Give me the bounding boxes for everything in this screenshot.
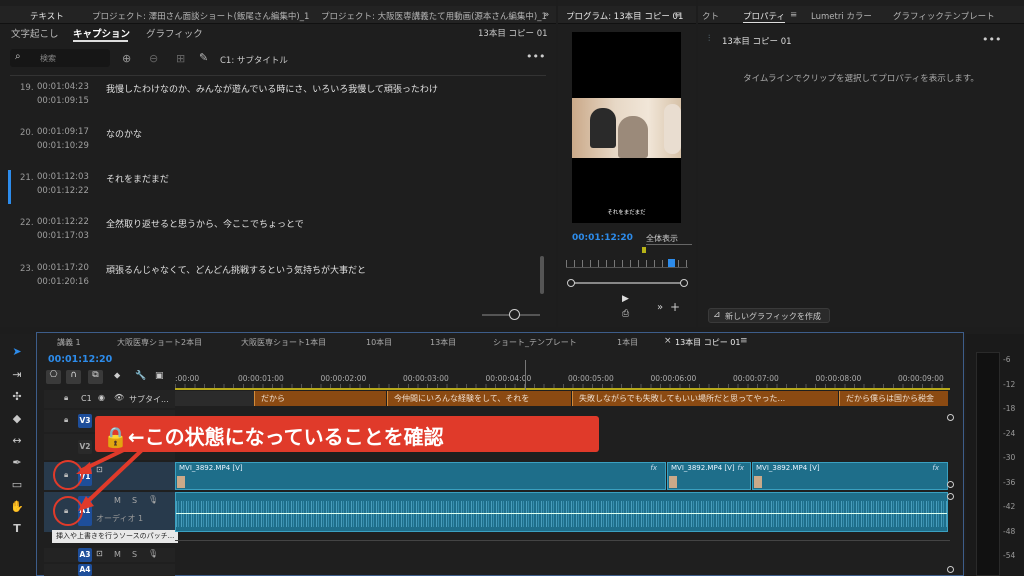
- arrow-head-v1: [76, 462, 92, 474]
- callout-arrows: [76, 444, 144, 511]
- arrow-to-a1: [82, 448, 144, 507]
